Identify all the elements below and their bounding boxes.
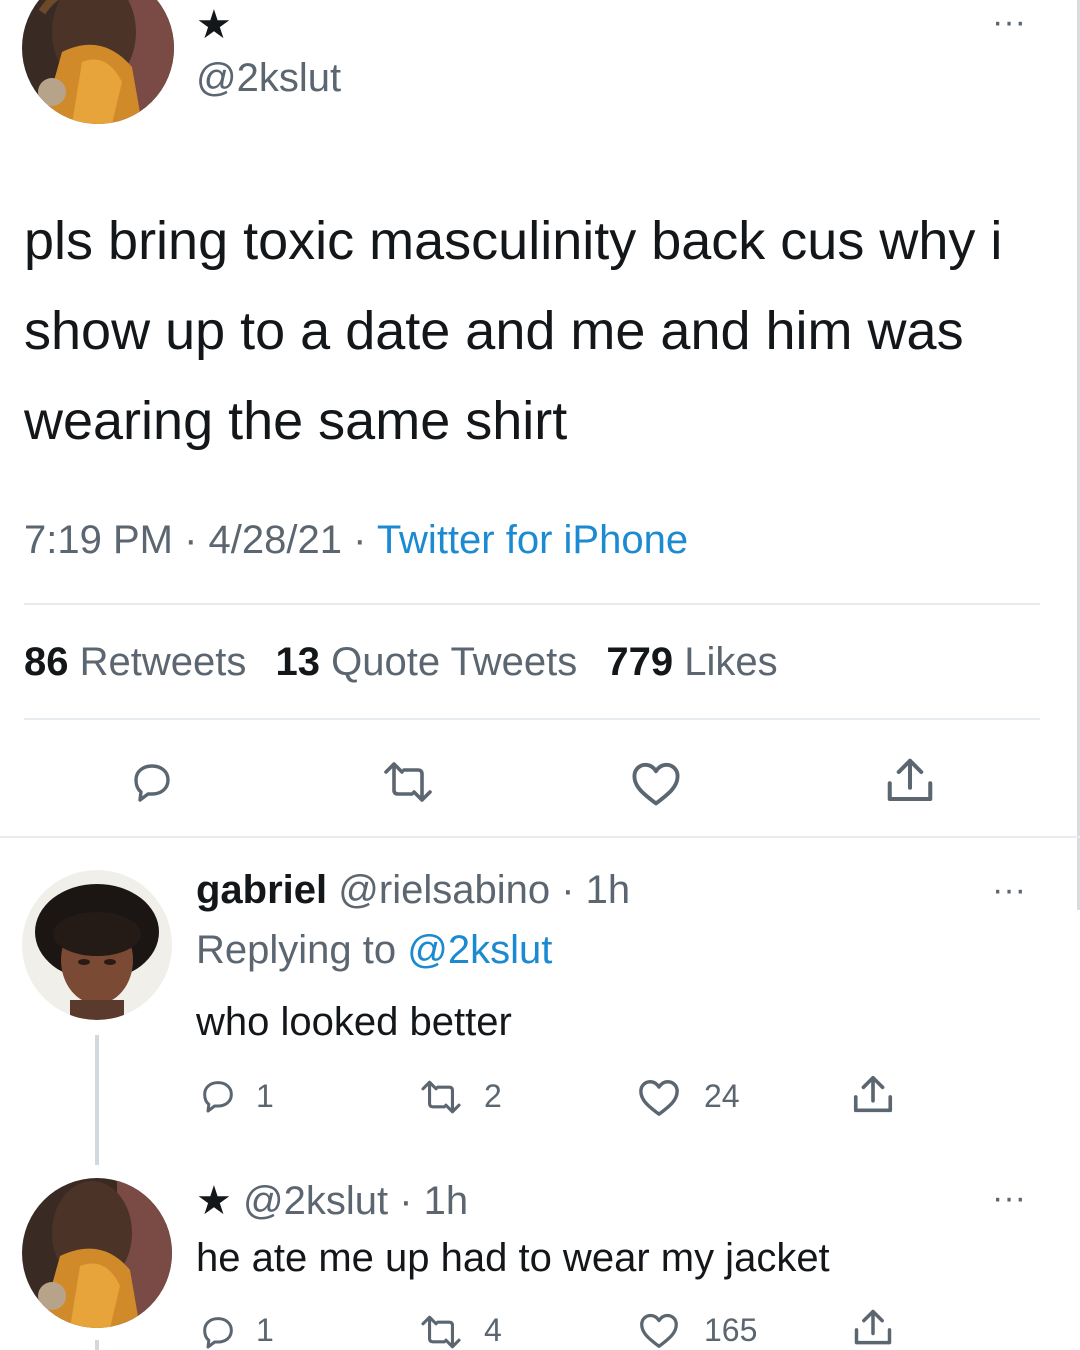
tweet-time: 7:19 PM [24,518,173,562]
share-icon[interactable] [850,1306,896,1350]
author-verified-star: ★ [196,3,232,47]
reply-icon[interactable] [127,758,177,806]
quotes-label: Quote Tweets [331,640,578,684]
like-icon[interactable] [628,758,684,808]
author-avatar[interactable] [22,0,174,124]
retweets-label: Retweets [79,640,247,684]
retweet-icon[interactable] [380,760,436,804]
tweet-meta: 7:19 PM · 4/28/21 · Twitter for iPhone [24,518,688,563]
more-options-icon[interactable]: ··· [992,873,1026,907]
retweet-icon[interactable] [418,1314,464,1350]
meta-separator: · [341,518,377,562]
retweet-count: 2 [484,1078,502,1114]
replying-to-label: Replying to [196,928,408,972]
like-icon[interactable] [636,1076,682,1118]
reply-icon[interactable] [198,1312,238,1350]
likes-label: Likes [684,640,778,684]
divider [24,603,1040,605]
like-count: 24 [704,1078,740,1114]
tweet-date: 4/28/21 [208,518,342,562]
section-divider [0,836,1080,838]
meta-separator: · [172,518,209,562]
like-icon[interactable] [636,1310,682,1350]
reply-author-handle[interactable]: @2kslut [243,1179,388,1223]
like-count: 165 [704,1312,758,1348]
thread-line [95,1340,99,1350]
thread-line [95,1035,99,1165]
reply-avatar[interactable] [22,870,172,1020]
reply-author-handle[interactable]: @rielsabino [338,868,550,912]
reply-time: · 1h [561,868,631,912]
replying-to-link[interactable]: @2kslut [407,928,552,972]
share-icon[interactable] [882,754,938,808]
likes-count: 779 [606,640,674,684]
divider [24,718,1040,720]
quotes-count: 13 [275,640,321,684]
tweet-source-link[interactable]: Twitter for iPhone [377,518,688,562]
retweet-count: 4 [484,1312,502,1348]
reply-count: 1 [256,1078,274,1114]
reply-header: ★ @2kslut · 1h [196,1178,468,1224]
tweet-stats: 86 Retweets 13 Quote Tweets 779 Likes [24,640,778,685]
retweet-icon[interactable] [418,1079,464,1115]
reply-count: 1 [256,1312,274,1348]
author-handle[interactable]: @2kslut [196,56,341,101]
replying-to: Replying to @2kslut [196,928,552,973]
more-options-icon[interactable]: ··· [992,1181,1026,1215]
reply-author-verified-star: ★ [196,1179,232,1223]
retweets-stat[interactable]: 86 Retweets [24,640,246,684]
tweet-text: pls bring toxic masculinity back cus why… [24,211,1003,451]
reply-avatar[interactable] [22,1178,172,1328]
retweets-count: 86 [24,640,69,684]
share-icon[interactable] [850,1072,896,1118]
likes-stat[interactable]: 779 Likes [606,640,777,684]
reply-text: who looked better [196,1000,512,1044]
reply-icon[interactable] [198,1076,238,1116]
reply-author-name[interactable]: gabriel [196,868,327,912]
reply-header: gabriel @rielsabino · 1h [196,868,630,913]
more-options-icon[interactable]: ··· [992,5,1026,39]
reply-time: · 1h [399,1179,469,1223]
reply-text: he ate me up had to wear my jacket [196,1236,830,1280]
quotes-stat[interactable]: 13 Quote Tweets [276,640,578,684]
